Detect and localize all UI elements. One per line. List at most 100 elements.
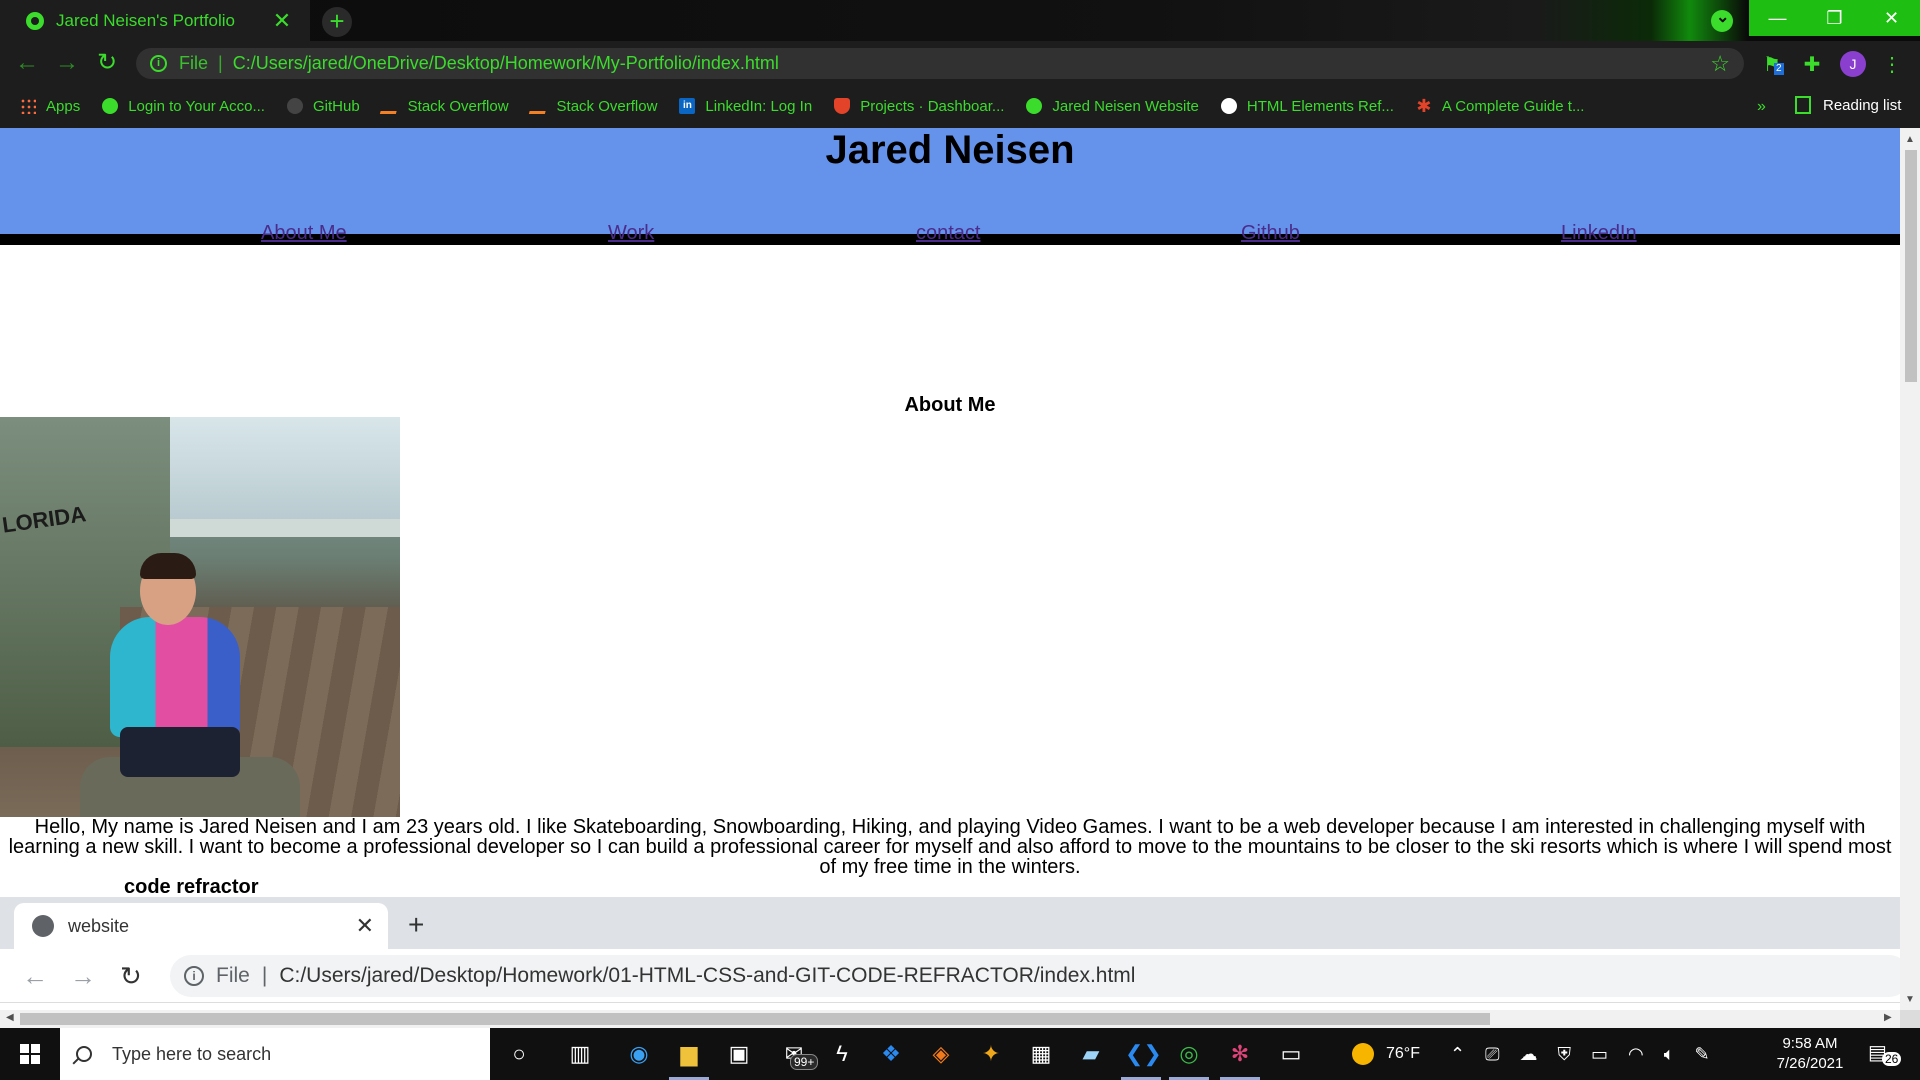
scrollbar-corner: [1900, 1010, 1920, 1028]
bookmark-apps[interactable]: Apps: [20, 98, 80, 115]
extension-flag-icon[interactable]: ⚑ 2: [1760, 53, 1784, 77]
mail-badge: 99+: [790, 1054, 819, 1070]
brave-icon[interactable]: ◈: [925, 1038, 957, 1070]
scroll-up-arrow-icon[interactable]: ▲: [1905, 134, 1915, 145]
bookmark-html-elements[interactable]: HTML Elements Ref...: [1220, 98, 1394, 115]
nav-link-contact[interactable]: contact: [916, 222, 980, 245]
wifi-icon[interactable]: ◠: [1628, 1044, 1644, 1065]
file-explorer-icon[interactable]: ▆: [669, 1038, 709, 1080]
bookmark-github[interactable]: GitHub: [286, 98, 360, 115]
scroll-right-arrow-icon[interactable]: ▶: [1884, 1012, 1892, 1023]
bookmark-website[interactable]: Jared Neisen Website: [1026, 98, 1199, 115]
new-tab-button[interactable]: +: [322, 7, 352, 37]
pen-icon[interactable]: ✎: [1695, 1044, 1710, 1065]
profile-photo: LORIDA: [0, 417, 400, 817]
bookmark-gitlab[interactable]: Projects · Dashboar...: [834, 98, 1004, 115]
cloud-icon[interactable]: ☁: [1520, 1044, 1538, 1065]
globe-icon: [32, 915, 54, 937]
nav-link-github[interactable]: Github: [1241, 222, 1300, 245]
mdn-icon: [1220, 98, 1237, 114]
scroll-down-arrow-icon[interactable]: ▼: [1905, 994, 1915, 1005]
reading-list-button[interactable]: Reading list: [1795, 96, 1901, 114]
weather-widget[interactable]: 76°F: [1352, 1028, 1420, 1080]
task-view-icon[interactable]: ▥: [564, 1038, 596, 1070]
scroll-left-arrow-icon[interactable]: ◀: [6, 1012, 14, 1023]
vscode-icon[interactable]: ❮❯: [1121, 1038, 1162, 1080]
vertical-scrollbar[interactable]: ▲ ▼: [1900, 128, 1920, 1010]
dropbox-icon[interactable]: ❖: [875, 1038, 907, 1070]
minimize-button[interactable]: —: [1749, 0, 1806, 36]
nav-link-about-me[interactable]: About Me: [261, 222, 347, 245]
bookmark-linkedin[interactable]: in LinkedIn: Log In: [679, 98, 812, 115]
address-bar[interactable]: i File | C:/Users/jared/OneDrive/Desktop…: [136, 48, 1744, 79]
clock-time: 9:58 AM: [1782, 1035, 1838, 1052]
bookmark-stackoverflow-1[interactable]: Stack Overflow: [379, 98, 509, 115]
nav-link-work[interactable]: Work: [608, 222, 654, 245]
system-tray-icons[interactable]: ⌃ ⎚ ☁ ⛨ ▭ ◠ 🔈︎ ✎: [1450, 1028, 1710, 1080]
gitlab-icon: [834, 98, 851, 114]
globe-icon: [26, 11, 44, 30]
horizontal-scrollbar[interactable]: ◀ ▶: [0, 1010, 1900, 1028]
defender-icon[interactable]: ⛨: [1558, 1044, 1572, 1065]
reading-list-icon: [1795, 96, 1811, 114]
close-window-button[interactable]: ✕: [1863, 0, 1920, 36]
star-icon: ✱: [1416, 96, 1432, 116]
weather-temp: 76°F: [1386, 1045, 1420, 1062]
notification-count: 26: [1882, 1052, 1902, 1066]
project-title: code refractor: [124, 876, 259, 898]
bookmark-star-icon[interactable]: ☆: [1710, 51, 1730, 77]
notepad-icon[interactable]: ▰: [1075, 1038, 1107, 1070]
plus-icon: +: [408, 909, 425, 940]
slack-icon[interactable]: ✻: [1220, 1038, 1260, 1080]
back-button[interactable]: ←: [12, 49, 42, 77]
browser-tab-strip: Jared Neisen's Portfolio ✕ + — ❐ ✕: [0, 0, 1920, 41]
search-icon: [76, 1046, 92, 1062]
puzzle-icon[interactable]: ✚: [1800, 53, 1824, 77]
close-tab-button[interactable]: ✕: [270, 8, 294, 34]
chrome-icon[interactable]: ◎: [1169, 1038, 1209, 1080]
bookmarks-bar: Apps Login to Your Acco... GitHub Stack …: [0, 84, 1920, 128]
bookmarks-overflow-button[interactable]: »: [1757, 98, 1766, 116]
chevron-up-icon[interactable]: ⌃: [1450, 1044, 1465, 1065]
project-screenshot[interactable]: website ✕ + ← → ↻ i File | C:/Users/jare…: [0, 897, 1900, 1010]
battery-icon[interactable]: ▭: [1591, 1044, 1608, 1065]
info-icon[interactable]: i: [150, 55, 167, 72]
mail-icon[interactable]: ✉99+: [778, 1038, 819, 1070]
extension-icon[interactable]: [1711, 7, 1733, 32]
bookmark-login[interactable]: Login to Your Acco...: [102, 98, 265, 115]
taskbar-search[interactable]: Type here to search: [60, 1028, 490, 1080]
edge-icon[interactable]: ◉: [623, 1038, 655, 1070]
bookmark-complete-guide[interactable]: ✱ A Complete Guide t...: [1416, 96, 1584, 116]
terminal-icon[interactable]: ▭: [1275, 1038, 1307, 1070]
bookmark-stackoverflow-2[interactable]: Stack Overflow: [528, 98, 657, 115]
menu-icon[interactable]: ⋮: [1880, 53, 1904, 77]
browser-tab-active[interactable]: Jared Neisen's Portfolio ✕: [0, 0, 310, 41]
nav-link-linkedin[interactable]: LinkedIn: [1561, 222, 1637, 245]
horizontal-scroll-thumb[interactable]: [20, 1013, 1490, 1025]
reload-button[interactable]: ↻: [92, 49, 122, 77]
cortana-icon[interactable]: ○: [503, 1038, 535, 1070]
info-icon: i: [184, 966, 204, 986]
clock-date: 7/26/2021: [1776, 1055, 1844, 1072]
reload-icon: ↻: [120, 961, 142, 991]
bolt-app-icon[interactable]: ϟ: [826, 1038, 858, 1070]
restore-button[interactable]: ❐: [1806, 0, 1863, 36]
vertical-scroll-thumb[interactable]: [1905, 150, 1917, 382]
profile-avatar[interactable]: J: [1840, 51, 1866, 77]
url-text[interactable]: C:/Users/jared/OneDrive/Desktop/Homework…: [233, 53, 779, 74]
forward-button[interactable]: →: [52, 49, 82, 77]
store-icon[interactable]: ▣: [723, 1038, 755, 1070]
calculator-icon[interactable]: ▦: [1025, 1038, 1057, 1070]
url-scheme: File: [179, 53, 209, 73]
about-heading: About Me: [904, 394, 996, 416]
browser-toolbar: ← → ↻ i File | C:/Users/jared/OneDrive/D…: [0, 41, 1920, 84]
git-kraken-icon[interactable]: ✦: [975, 1038, 1007, 1070]
screenshot-tab-title: website: [68, 915, 130, 936]
stackoverflow-icon: [379, 98, 400, 114]
taskbar-clock[interactable]: 9:58 AM 7/26/2021: [1760, 1034, 1860, 1074]
volume-icon[interactable]: 🔈︎: [1664, 1044, 1675, 1065]
notification-center-icon[interactable]: ▤ 26: [1868, 1040, 1902, 1070]
meet-icon[interactable]: ⎚: [1485, 1044, 1499, 1065]
windows-taskbar: Type here to search ○ ▥ ◉ ▆ ▣ ✉99+ ϟ ❖ ◈…: [0, 1028, 1920, 1080]
start-button[interactable]: [0, 1028, 60, 1080]
